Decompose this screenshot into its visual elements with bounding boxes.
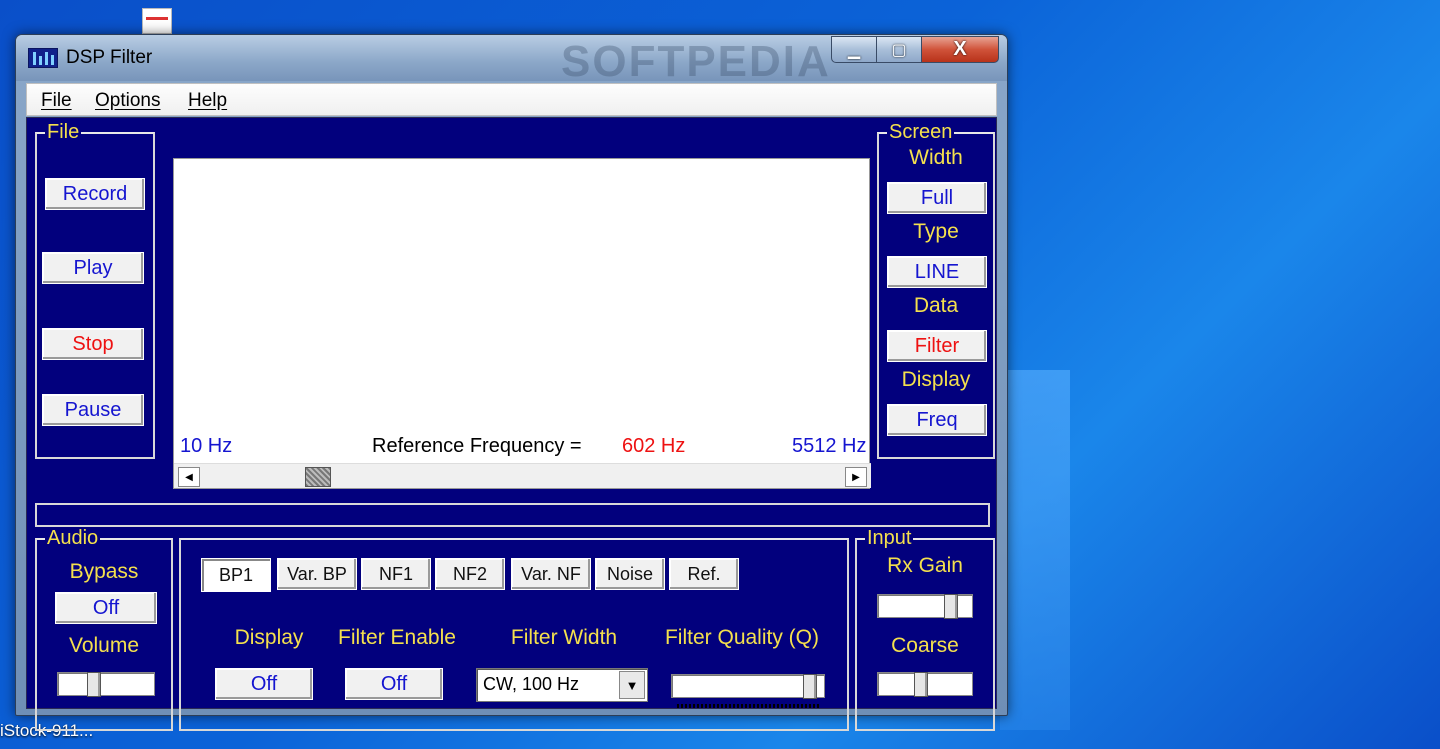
window-controls: ▁ ▢ X: [831, 36, 999, 63]
tab-bp1[interactable]: BP1: [201, 558, 271, 592]
tab-var-nf[interactable]: Var. NF: [511, 558, 591, 590]
input-group-title: Input: [865, 527, 914, 550]
rx-gain-slider-thumb[interactable]: [944, 594, 958, 619]
record-button[interactable]: Record: [45, 178, 145, 210]
display-label: Display: [901, 368, 971, 391]
width-button[interactable]: Full: [887, 182, 987, 214]
audio-group: Audio Bypass Off Volume: [35, 527, 173, 731]
menu-bar: File Options Help: [26, 83, 997, 116]
client-area: File Record Play Stop Pause 10 Hz Refere…: [26, 117, 997, 731]
volume-label: Volume: [68, 634, 140, 657]
dsp-filter-window: DSP Filter SOFTPEDIA ▁ ▢ X File Options …: [15, 34, 1008, 731]
reference-frequency-value: 602 Hz: [622, 435, 686, 457]
input-group: Input Rx Gain Coarse: [855, 527, 995, 731]
filter-width-dropdown[interactable]: CW, 100 Hz ▼: [476, 668, 648, 702]
filter-enable-label: Filter Enable: [338, 626, 456, 649]
filter-display-button[interactable]: Off: [215, 668, 313, 700]
data-label: Data: [913, 294, 959, 317]
app-icon: [28, 48, 58, 68]
scroll-right-icon[interactable]: ▶: [845, 467, 867, 487]
chevron-down-icon[interactable]: ▼: [619, 671, 645, 699]
filter-panel: BP1 Var. BP NF1 NF2 Var. NF Noise Ref. D…: [179, 538, 849, 731]
desktop-background-logo: [1000, 370, 1070, 730]
rx-gain-slider[interactable]: [877, 594, 973, 619]
filter-enable-button[interactable]: Off: [345, 668, 443, 700]
filter-quality-ticks: [677, 704, 819, 708]
scrollbar-thumb[interactable]: [305, 467, 331, 487]
watermark: SOFTPEDIA: [561, 37, 831, 86]
maximize-button[interactable]: ▢: [876, 36, 922, 63]
menu-help[interactable]: Help: [188, 90, 227, 112]
screen-group: Screen Width Full Type LINE Data Filter …: [877, 121, 995, 459]
filter-quality-slider[interactable]: [671, 674, 825, 699]
window-title: DSP Filter: [66, 47, 153, 68]
tab-noise[interactable]: Noise: [595, 558, 665, 590]
scroll-left-icon[interactable]: ◀: [178, 467, 200, 487]
stop-button[interactable]: Stop: [42, 328, 144, 360]
coarse-slider[interactable]: [877, 672, 973, 697]
filter-width-value: CW, 100 Hz: [483, 674, 580, 694]
close-button[interactable]: X: [921, 36, 999, 63]
pause-button[interactable]: Pause: [42, 394, 144, 426]
reference-frequency-label: Reference Frequency =: [372, 435, 582, 457]
desktop-file-icon[interactable]: [142, 8, 172, 34]
rx-gain-label: Rx Gain: [887, 554, 963, 577]
filter-quality-label: Filter Quality (Q): [664, 626, 819, 649]
bypass-label: Bypass: [69, 560, 139, 583]
coarse-slider-thumb[interactable]: [914, 672, 928, 697]
menu-file[interactable]: File: [41, 90, 72, 112]
title-bar[interactable]: DSP Filter SOFTPEDIA ▁ ▢ X: [16, 35, 1007, 86]
coarse-label: Coarse: [891, 634, 959, 657]
max-frequency-label: 5512 Hz: [792, 435, 867, 457]
frequency-scrollbar[interactable]: ◀ ▶: [174, 463, 871, 488]
min-frequency-label: 10 Hz: [180, 435, 233, 457]
tab-nf2[interactable]: NF2: [435, 558, 505, 590]
data-button[interactable]: Filter: [887, 330, 987, 362]
width-label: Width: [909, 146, 963, 169]
play-button[interactable]: Play: [42, 252, 144, 284]
audio-group-title: Audio: [45, 527, 101, 550]
type-button[interactable]: LINE: [887, 256, 987, 288]
tab-var-bp[interactable]: Var. BP: [277, 558, 357, 590]
level-meter-bar: [35, 503, 990, 527]
filter-width-label: Filter Width: [510, 626, 618, 649]
display-mode-button[interactable]: Freq: [887, 404, 987, 436]
file-group-title: File: [45, 121, 82, 144]
filter-display-label: Display: [234, 626, 304, 649]
spectrum-display[interactable]: 10 Hz Reference Frequency = 602 Hz 5512 …: [173, 158, 871, 489]
screen-group-title: Screen: [887, 121, 955, 144]
volume-slider-thumb[interactable]: [87, 672, 101, 697]
bypass-button[interactable]: Off: [55, 592, 157, 624]
menu-options[interactable]: Options: [95, 90, 160, 112]
volume-slider[interactable]: [57, 672, 155, 697]
type-label: Type: [913, 220, 959, 243]
minimize-button[interactable]: ▁: [831, 36, 877, 63]
tab-nf1[interactable]: NF1: [361, 558, 431, 590]
file-group: File Record Play Stop Pause: [35, 121, 155, 459]
filter-quality-slider-thumb[interactable]: [803, 674, 817, 699]
tab-ref[interactable]: Ref.: [669, 558, 739, 590]
